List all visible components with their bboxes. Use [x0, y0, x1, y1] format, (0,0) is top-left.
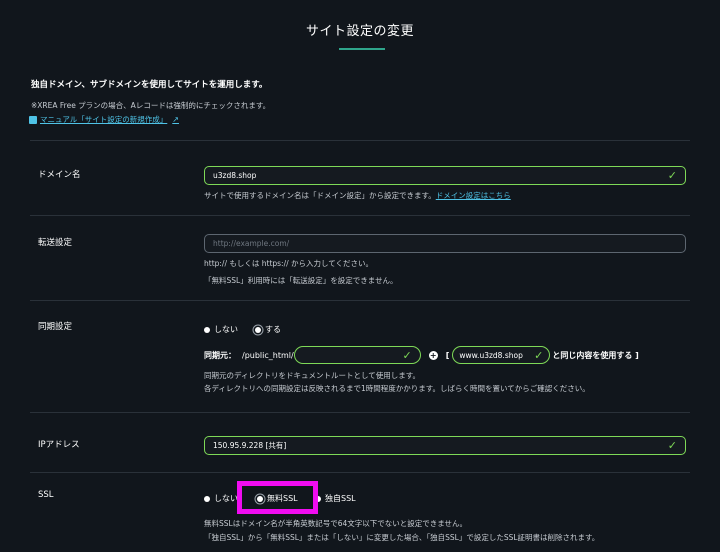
ssl-option-custom[interactable]: 独自SSL — [315, 493, 356, 504]
ip-label: IPアドレス — [38, 440, 80, 450]
ssl-label: SSL — [38, 490, 54, 500]
radio-selected-icon — [255, 326, 261, 333]
sync-domain-value: www.u3zd8.shop — [459, 350, 523, 360]
checkmark-icon: ✓ — [667, 439, 677, 452]
checkmark-icon: ✓ — [402, 348, 412, 362]
divider — [30, 300, 690, 301]
sync-source-label: 同期元： — [204, 350, 236, 360]
checkmark-icon: ✓ — [667, 169, 677, 182]
domain-help: サイトで使用するドメイン名は「ドメイン設定」から設定できます。ドメイン設定はこち… — [204, 190, 511, 201]
highlight-box — [237, 481, 318, 514]
external-link-icon: ↗ — [172, 115, 179, 124]
sync-option-off-label: しない — [214, 325, 238, 334]
sync-subdir-input[interactable]: ✓ — [293, 346, 421, 364]
sync-option-off[interactable]: しない — [204, 324, 238, 335]
divider — [30, 140, 690, 141]
title-underline — [339, 48, 385, 50]
divider — [30, 215, 690, 216]
domain-label: ドメイン名 — [38, 170, 81, 180]
plus-icon: + — [428, 350, 438, 360]
redirect-help-1: http:// もしくは https:// から入力してください。 — [204, 259, 374, 268]
sync-source-path: /public_html/ — [242, 350, 294, 360]
divider — [30, 412, 690, 413]
ssl-help-2: 「独自SSL」から「無料SSL」または「しない」に変更した場合、「独自SSL」で… — [204, 533, 600, 542]
manual-link[interactable]: マニュアル「サイト設定の新規作成」 ↗ — [29, 114, 179, 125]
redirect-input[interactable]: http://example.com/ — [204, 234, 686, 253]
sync-help-1: 同期元のディレクトリをドキュメントルートとして使用します。 — [204, 371, 420, 380]
book-icon — [29, 115, 37, 124]
ssl-option-custom-label: 独自SSL — [325, 494, 356, 503]
bracket-open: [ — [445, 350, 450, 360]
sync-source-row: 同期元： /public_html/ ✓ + [ www.u3zd8.shop … — [204, 346, 639, 364]
domain-value: u3zd8.shop — [213, 171, 257, 180]
radio-icon — [204, 326, 210, 333]
modal-title: サイト設定の変更 — [305, 24, 414, 39]
checkmark-icon: ✓ — [534, 348, 544, 362]
sync-option-on[interactable]: する — [255, 324, 281, 335]
ssl-help-1: 無料SSLはドメイン名が半角英数記号で64文字以下でないと設定できません。 — [204, 519, 468, 528]
ip-select[interactable]: 150.95.9.228 [共有] ✓ — [204, 436, 686, 455]
sync-label: 同期設定 — [38, 322, 73, 332]
ssl-option-none[interactable]: しない — [204, 493, 238, 504]
radio-icon — [204, 495, 210, 502]
sync-option-on-label: する — [265, 325, 281, 334]
redirect-label: 転送設定 — [38, 238, 73, 248]
sync-suffix: と同じ内容を使用する ] — [552, 350, 639, 360]
divider — [30, 472, 690, 473]
sync-domain-select[interactable]: www.u3zd8.shop ✓ — [452, 346, 551, 364]
redirect-placeholder: http://example.com/ — [213, 239, 290, 248]
domain-input[interactable]: u3zd8.shop ✓ — [204, 166, 686, 185]
sync-help-2: 各ディレクトリへの同期設定は反映されるまで1時間程度かかります。しばらく時間を置… — [204, 384, 590, 393]
ip-value: 150.95.9.228 [共有] — [213, 441, 287, 450]
manual-link-label: マニュアル「サイト設定の新規作成」 — [40, 115, 168, 124]
domain-settings-link[interactable]: ドメイン設定はこちら — [436, 191, 511, 200]
site-settings-modal: サイト設定の変更 独自ドメイン、サブドメインを使用してサイトを運用します。 ※X… — [0, 0, 720, 552]
plan-note: ※XREA Free プランの場合、Aレコードは強制的にチェックされます。 — [31, 101, 271, 110]
redirect-help-2: 「無料SSL」利用時には「転送設定」を設定できません。 — [204, 276, 398, 285]
intro-text: 独自ドメイン、サブドメインを使用してサイトを運用します。 — [31, 80, 268, 90]
domain-help-text: サイトで使用するドメイン名は「ドメイン設定」から設定できます。 — [204, 191, 436, 200]
ssl-option-none-label: しない — [214, 494, 238, 503]
